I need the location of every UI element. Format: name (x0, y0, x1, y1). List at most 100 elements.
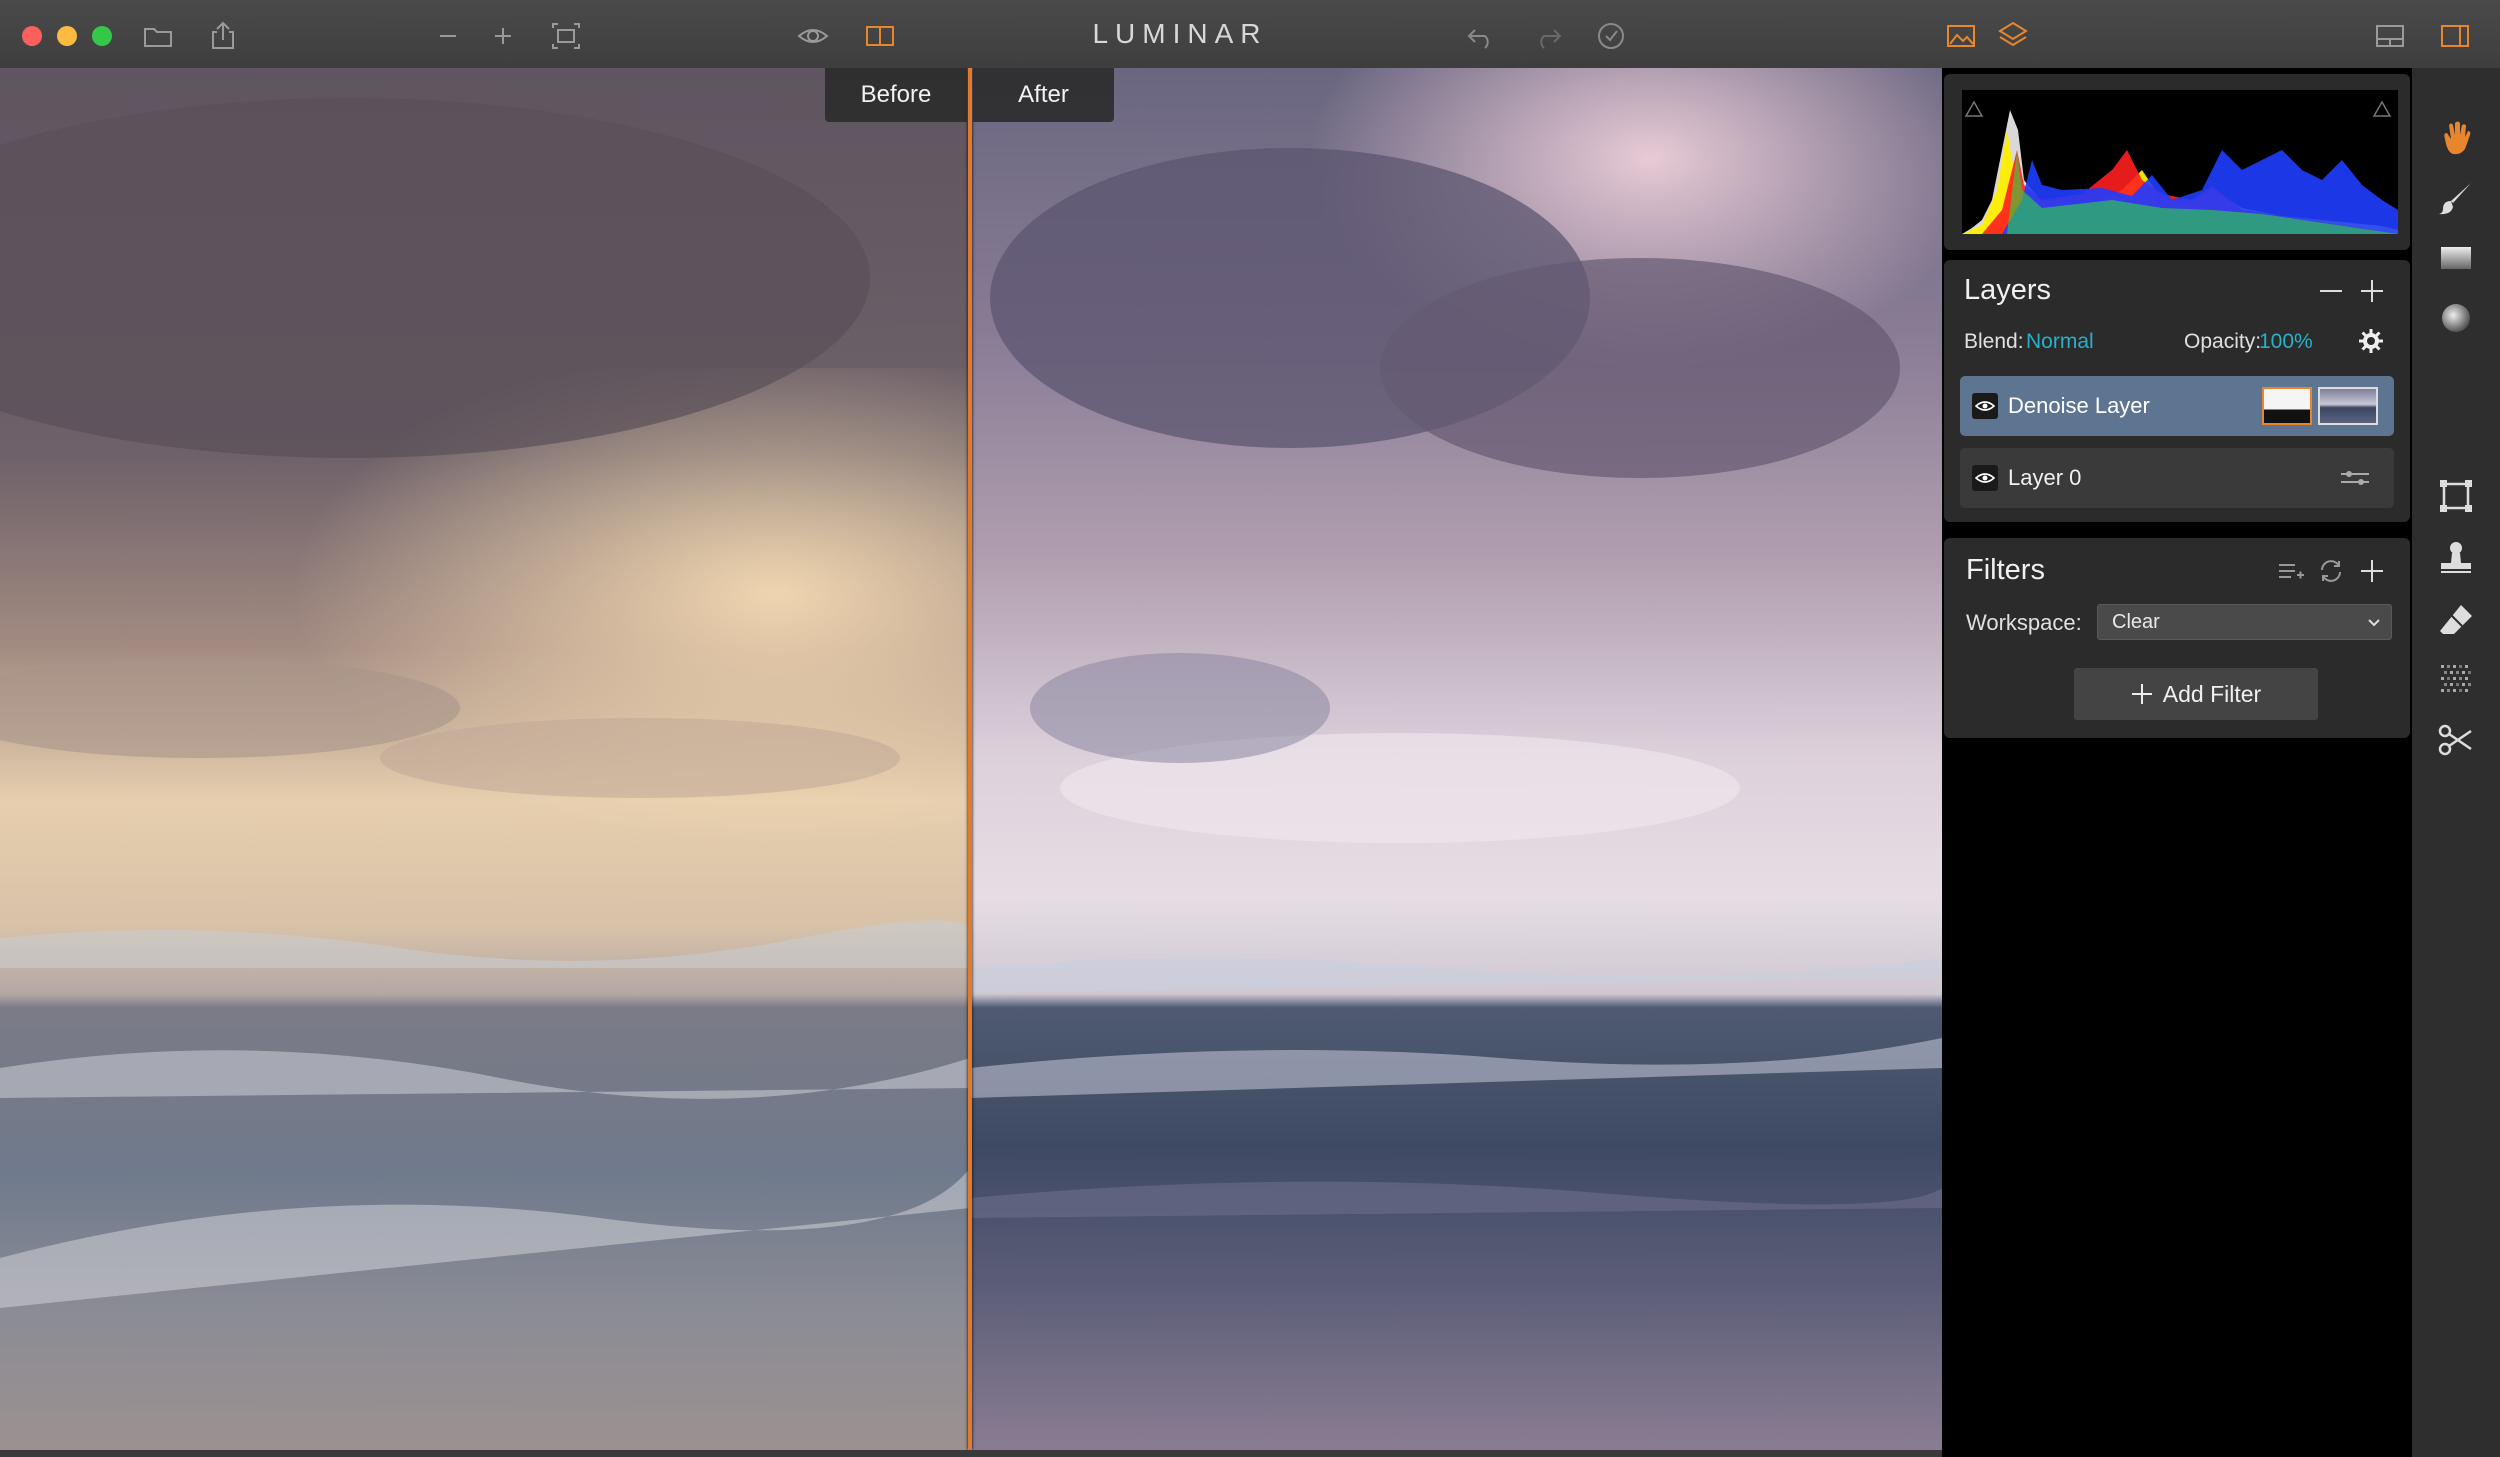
filter-list-icon (2279, 564, 2304, 579)
noise-tool[interactable] (2434, 658, 2478, 702)
sync-filters-button[interactable] (2314, 554, 2348, 588)
layers-title: Layers (1964, 274, 2052, 306)
shadow-clipping-icon[interactable] (1964, 100, 1984, 117)
add-filter-label: Add Filter (2162, 680, 2262, 707)
gradient-tool[interactable] (2434, 236, 2478, 280)
gear-icon (2359, 329, 2383, 353)
layer-name: Layer 0 (2008, 465, 2082, 490)
highlight-clipping-icon[interactable] (2372, 100, 2392, 117)
open-folder-button[interactable] (140, 18, 176, 54)
layout-icon (2376, 25, 2404, 47)
undo-button[interactable] (1463, 18, 1499, 54)
blend-mode-dropdown[interactable]: Normal (2026, 330, 2094, 354)
noise-icon (2441, 665, 2471, 692)
add-layer-button[interactable] (2355, 274, 2389, 308)
layer-name: Denoise Layer (2008, 393, 2150, 418)
eraser-icon (2440, 605, 2472, 634)
share-button[interactable] (205, 18, 241, 54)
cut-icon (2438, 724, 2472, 756)
layer-row-layer0[interactable]: Layer 0 (1960, 448, 2394, 508)
gradient-icon (2441, 247, 2471, 269)
sidebar-toggle-icon (2441, 25, 2469, 47)
layer-visibility-toggle[interactable] (1972, 393, 1998, 419)
plus-icon (2131, 684, 2152, 704)
maximize-window-button[interactable] (92, 26, 112, 46)
histogram-panel (1944, 74, 2410, 250)
plus-icon (2361, 280, 2383, 302)
image-canvas[interactable]: Before After (0, 68, 1942, 1450)
fit-screen-icon (552, 23, 580, 49)
stamp-icon (2441, 542, 2471, 573)
brush-icon (2439, 183, 2471, 215)
layer-row-denoise[interactable]: Denoise Layer (1960, 376, 2394, 436)
hand-tool[interactable] (2434, 116, 2478, 160)
clone-stamp-tool[interactable] (2434, 536, 2478, 580)
sidebar: Layers Blend: Normal Opacity: 100% Denoi… (1942, 68, 2412, 1457)
layer-visibility-toggle[interactable] (1972, 465, 1998, 491)
history-button[interactable] (1593, 18, 1629, 54)
close-window-button[interactable] (22, 26, 42, 46)
undo-icon (1467, 29, 1489, 49)
zoom-in-button[interactable] (485, 18, 521, 54)
image-icon (1947, 25, 1975, 47)
redo-icon (1540, 29, 1562, 49)
eraser-tool[interactable] (2434, 598, 2478, 642)
crop-icon (2440, 480, 2472, 512)
workspace-value: Clear (2112, 611, 2160, 633)
split-divider-handle[interactable] (968, 68, 972, 1450)
hand-icon (2444, 121, 2471, 155)
layer-adjust-button[interactable] (2338, 461, 2372, 495)
add-filter-button[interactable]: Add Filter (2074, 668, 2318, 720)
minimize-window-button[interactable] (57, 26, 77, 46)
opacity-label: Opacity: (2184, 330, 2262, 353)
workspace-select[interactable]: Clear (2097, 604, 2392, 640)
plus-icon (2361, 560, 2383, 582)
sliders-icon (2341, 471, 2369, 485)
filter-list-button[interactable] (2274, 554, 2308, 588)
workspace-label: Workspace: (1966, 610, 2082, 635)
chevron-down-icon (2368, 619, 2380, 627)
radial-icon (2442, 304, 2470, 332)
radial-tool[interactable] (2434, 296, 2478, 340)
layers-panel-button[interactable] (1995, 18, 2031, 54)
add-filter-icon-button[interactable] (2355, 554, 2389, 588)
history-icon (1598, 23, 1624, 49)
before-label: Before (825, 68, 967, 122)
histogram (1962, 90, 2398, 234)
sync-icon (2321, 560, 2341, 582)
zoom-in-icon (495, 28, 511, 44)
brush-tool[interactable] (2434, 176, 2478, 220)
fit-screen-button[interactable] (548, 18, 584, 54)
title-bar: LUMINAR (0, 0, 2500, 69)
folder-icon (144, 28, 172, 47)
layout-button[interactable] (2372, 18, 2408, 54)
filters-panel: Filters Workspace: Clear Add Filter (1944, 538, 2410, 738)
eye-icon (797, 29, 829, 43)
split-view-icon (866, 26, 894, 46)
filters-title: Filters (1966, 554, 2045, 586)
preview-button[interactable] (793, 18, 833, 54)
layer-settings-button[interactable] (2354, 324, 2388, 358)
redo-button[interactable] (1530, 18, 1566, 54)
zoom-out-button[interactable] (430, 18, 466, 54)
layer-mask-thumbnail[interactable] (2262, 387, 2312, 425)
app-title: LUMINAR (1092, 18, 1268, 49)
layers-icon (1998, 21, 2028, 47)
cut-tool[interactable] (2434, 718, 2478, 762)
sidebar-toggle-button[interactable] (2437, 18, 2473, 54)
eye-icon (1975, 401, 1995, 411)
share-icon (212, 21, 234, 49)
zoom-out-icon (440, 35, 456, 37)
eye-icon (1975, 473, 1995, 483)
after-label: After (973, 68, 1114, 122)
blend-label: Blend: (1964, 330, 2024, 353)
tool-strip (2412, 68, 2500, 1457)
status-strip (0, 1450, 1942, 1457)
opacity-value[interactable]: 100% (2259, 330, 2313, 354)
crop-tool[interactable] (2434, 474, 2478, 518)
split-view-button[interactable] (862, 18, 898, 54)
layer-image-thumbnail[interactable] (2318, 387, 2378, 425)
remove-layer-button[interactable] (2314, 274, 2348, 308)
image-panel-button[interactable] (1943, 18, 1979, 54)
minus-icon (2320, 290, 2342, 292)
